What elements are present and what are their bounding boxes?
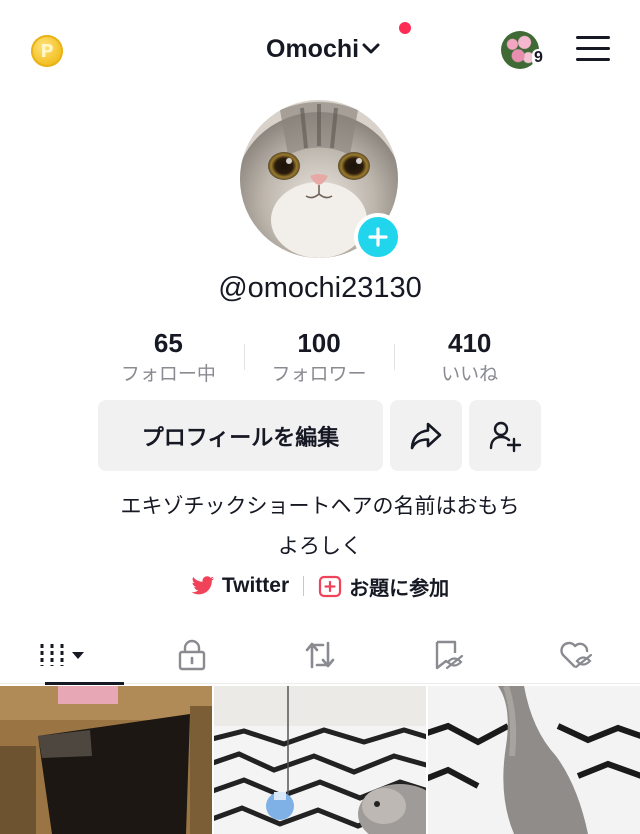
tab-videos[interactable]: [0, 626, 128, 685]
stat-label: フォロワー: [271, 363, 367, 385]
videos-grid-icon: [40, 644, 84, 666]
stat-following[interactable]: 65 フォロー中: [93, 326, 244, 388]
repost-icon: [305, 641, 335, 669]
twitter-link[interactable]: Twitter: [191, 574, 289, 598]
profile-handle: @omochi23130: [218, 272, 422, 304]
chevron-down-icon: [362, 43, 380, 54]
topic-plus-icon: [319, 575, 342, 598]
share-arrow-icon: [410, 422, 442, 449]
tab-saved[interactable]: [384, 626, 512, 684]
share-profile-button[interactable]: [390, 400, 462, 471]
stat-label: フォロー中: [120, 363, 216, 385]
topic-label: お題に参加: [349, 575, 450, 600]
top-bar: P Omochi 9: [0, 0, 640, 100]
bio-line: エキゾチックショートヘアの名前はおもち: [120, 494, 520, 518]
add-user-icon: [489, 421, 522, 452]
video-thumbnail-image: [214, 686, 426, 834]
username-title: Omochi: [266, 34, 360, 63]
stat-value: 410: [447, 328, 492, 358]
profile-tabs: [0, 626, 640, 685]
video-thumbnail[interactable]: [214, 686, 426, 834]
video-thumbnail[interactable]: [0, 686, 212, 834]
video-grid: [0, 686, 640, 834]
notification-dot: [399, 22, 411, 34]
add-friend-button[interactable]: [469, 400, 541, 471]
stat-value: 65: [153, 328, 183, 358]
join-topic-link[interactable]: お題に参加: [318, 572, 449, 601]
edit-profile-label: プロフィールを編集: [141, 425, 340, 451]
add-avatar-button[interactable]: [354, 213, 402, 261]
stat-followers[interactable]: 100 フォロワー: [243, 326, 395, 388]
liked-hidden-icon: [560, 641, 593, 669]
hamburger-icon[interactable]: [576, 36, 610, 64]
plus-icon: [368, 227, 388, 247]
profile-bio: エキゾチックショートヘアの名前はおもち よろしく: [0, 486, 640, 566]
coin-icon[interactable]: P: [31, 35, 63, 67]
lock-icon: [178, 639, 206, 671]
tab-reposts[interactable]: [256, 626, 384, 684]
twitter-bird-icon: [191, 576, 214, 595]
bookmark-icon: [435, 640, 464, 670]
video-thumbnail[interactable]: [428, 686, 640, 834]
profile-stats: 65 フォロー中 100 フォロワー 410 いいね: [93, 326, 545, 388]
coin-symbol: P: [40, 40, 54, 62]
video-thumbnail-image: [428, 686, 640, 834]
account-switcher[interactable]: Omochi: [266, 34, 381, 64]
twitter-label: Twitter: [221, 574, 290, 597]
stat-likes[interactable]: 410 いいね: [394, 326, 545, 388]
video-thumbnail-image: [0, 686, 212, 834]
bio-line: よろしく: [278, 534, 362, 558]
tab-liked[interactable]: [512, 626, 640, 684]
account-count: 9: [532, 49, 545, 67]
stat-label: いいね: [441, 363, 499, 385]
link-divider: [303, 576, 305, 596]
edit-profile-button[interactable]: プロフィールを編集: [98, 400, 383, 471]
stat-value: 100: [297, 328, 341, 358]
tab-private[interactable]: [128, 626, 256, 684]
profile-links: Twitter お題に参加: [0, 566, 640, 606]
